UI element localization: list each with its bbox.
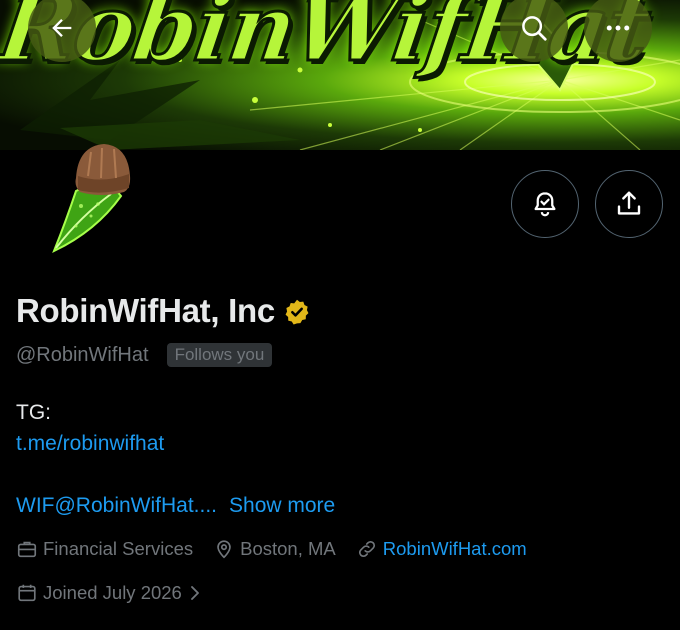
chevron-right-icon bbox=[190, 586, 199, 600]
bell-check-icon bbox=[534, 192, 556, 217]
share-button[interactable] bbox=[595, 170, 663, 238]
website-item[interactable]: RobinWifHat.com bbox=[356, 538, 527, 560]
profile-name-row: RobinWifHat, Inc bbox=[16, 292, 311, 330]
location-item: Boston, MA bbox=[213, 538, 336, 560]
profile-banner[interactable]: RobinWifHat bbox=[0, 0, 680, 150]
profile-handle: @RobinWifHat bbox=[16, 343, 149, 366]
joined-row[interactable]: Joined July 2026 bbox=[16, 582, 202, 604]
bio-email-link[interactable]: WIF@RobinWifHat.... bbox=[16, 494, 217, 518]
show-more-button[interactable]: Show more bbox=[229, 494, 335, 518]
verified-badge-icon[interactable] bbox=[283, 298, 311, 326]
notifications-button[interactable] bbox=[511, 170, 579, 238]
joined-date-text: Joined July 2026 bbox=[43, 582, 182, 603]
avatar-feather-hat-image bbox=[52, 144, 131, 254]
more-horizontal-icon bbox=[606, 25, 630, 31]
handle-row: @RobinWifHat Follows you bbox=[16, 343, 273, 367]
calendar-icon bbox=[18, 584, 36, 602]
search-icon bbox=[522, 16, 547, 41]
avatar[interactable] bbox=[36, 136, 146, 256]
location-pin-icon bbox=[217, 540, 231, 559]
bio-text: TG: bbox=[16, 401, 51, 424]
category-item: Financial Services bbox=[16, 538, 193, 560]
arrow-left-icon bbox=[52, 19, 72, 37]
profile-meta-row: Financial Services Boston, MA RobinWifHa… bbox=[16, 538, 547, 560]
share-upload-icon bbox=[617, 191, 641, 215]
website-link[interactable]: RobinWifHat.com bbox=[383, 538, 527, 560]
category-text: Financial Services bbox=[43, 538, 194, 559]
bio-email-row: WIF@RobinWifHat.... Show more bbox=[16, 494, 335, 518]
briefcase-icon bbox=[17, 541, 37, 558]
profile-name: RobinWifHat, Inc bbox=[16, 292, 275, 329]
link-icon bbox=[358, 540, 375, 558]
follows-you-badge: Follows you bbox=[166, 343, 273, 367]
bio-telegram-link[interactable]: t.me/robinwifhat bbox=[16, 432, 164, 456]
location-text: Boston, MA bbox=[240, 538, 336, 559]
